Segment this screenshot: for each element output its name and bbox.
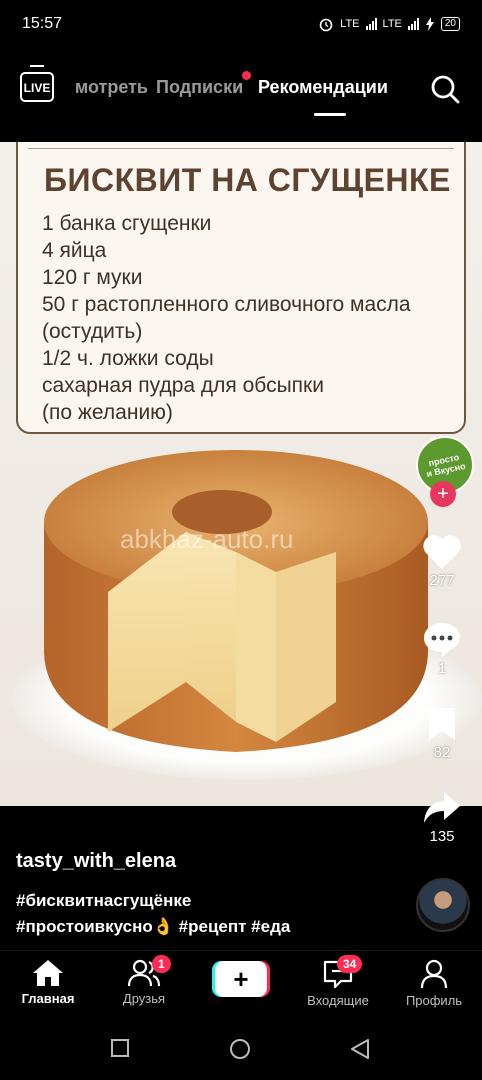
save-count: 82 <box>433 744 451 761</box>
tab-friends[interactable]: Друзья <box>99 959 189 1006</box>
tab-home[interactable]: Главная <box>3 959 93 1006</box>
cake-image <box>44 450 428 752</box>
recipe-title: БИСКВИТ НА СГУЩЕНКЕ <box>44 162 451 198</box>
profile-icon <box>420 959 448 989</box>
search-icon[interactable] <box>430 74 460 104</box>
like-button[interactable]: 277 <box>402 534 482 589</box>
tab-friends-label: Друзья <box>122 991 166 1006</box>
status-bar: 15:57 LTE LTE 20 <box>0 0 482 48</box>
home-icon <box>33 960 63 986</box>
recipe-line: сахарная пудра для обсыпки <box>42 374 324 397</box>
battery-icon: 20 <box>440 17 460 31</box>
share-arrow-icon <box>424 792 460 823</box>
creator-badge-text: просто и Вкусно <box>425 451 467 479</box>
recipe-line: 50 г растопленного сливочного масла <box>42 293 411 316</box>
recipe-line: 1/2 ч. ложки соды <box>42 347 214 370</box>
save-button[interactable]: 82 <box>402 706 482 761</box>
recents-icon[interactable] <box>110 1038 130 1058</box>
heart-icon <box>423 535 461 569</box>
status-icons: LTE LTE 20 <box>318 16 460 32</box>
status-time: 15:57 <box>22 15 63 32</box>
tab-recommendations[interactable]: Рекомендации <box>258 77 388 98</box>
live-icon[interactable]: LIVE <box>20 65 54 102</box>
create-button[interactable]: + <box>212 961 270 997</box>
charging-icon <box>425 17 434 31</box>
recipe-line: (остудить) <box>42 320 143 343</box>
plus-icon: + <box>215 961 267 997</box>
friends-badge: 1 <box>152 955 171 973</box>
subscriptions-notification-dot <box>242 71 251 80</box>
tab-profile-label: Профиль <box>405 993 463 1008</box>
recipe-line: 1 банка сгущенки <box>42 212 212 235</box>
recipe-line: (по желанию) <box>42 401 173 424</box>
recipe-divider <box>28 148 454 149</box>
active-tab-indicator <box>314 113 346 116</box>
network-label-2: LTE <box>382 18 402 30</box>
top-nav: LIVE мотреть Подписки Рекомендации <box>0 60 482 120</box>
recipe-line: 120 г муки <box>42 266 143 289</box>
author-username[interactable]: tasty_with_elena <box>16 850 176 873</box>
signal-icon-1 <box>365 18 377 30</box>
comment-button[interactable]: 1 <box>402 620 482 677</box>
share-button[interactable]: 135 <box>402 790 482 845</box>
tab-inbox-label: Входящие <box>307 993 369 1008</box>
share-count: 135 <box>429 828 455 845</box>
tab-watch-label: мотреть <box>74 77 148 97</box>
tab-watch[interactable]: мотреть <box>68 77 148 98</box>
tab-profile[interactable]: Профиль <box>389 959 479 1008</box>
system-nav-bar <box>0 1016 482 1080</box>
caption-line[interactable]: #бисквитнасгущёнке <box>16 888 290 914</box>
follow-button[interactable]: + <box>430 481 456 507</box>
live-label: LIVE <box>23 81 51 95</box>
home-circle-icon[interactable] <box>229 1038 251 1060</box>
comment-count: 1 <box>437 660 447 677</box>
recipe-card: БИСКВИТ НА СГУЩЕНКЕ 1 банка сгущенки 4 я… <box>16 142 466 434</box>
like-count: 277 <box>429 572 455 589</box>
tab-home-label: Главная <box>21 991 75 1006</box>
bottom-tab-bar: Главная Друзья 1 + Входящие 34 Профиль <box>0 950 482 1016</box>
back-icon[interactable] <box>350 1038 370 1060</box>
tab-subscriptions[interactable]: Подписки <box>156 77 243 98</box>
signal-icon-2 <box>407 18 419 30</box>
recipe-ingredients: 1 банка сгущенки 4 яйца 120 г муки 50 г … <box>42 210 411 426</box>
bookmark-icon <box>429 708 455 740</box>
recipe-line: 4 яйца <box>42 239 107 262</box>
watermark: abkhaz-auto.ru <box>120 524 294 554</box>
inbox-badge: 34 <box>337 955 363 973</box>
music-disc-avatar[interactable] <box>416 878 470 932</box>
alarm-icon <box>319 18 333 32</box>
comment-icon <box>424 623 460 657</box>
post-caption: #бисквитнасгущёнке #простоивкусно👌 #реце… <box>16 888 290 940</box>
caption-line[interactable]: #простоивкусно👌 #рецепт #еда <box>16 914 290 940</box>
network-label-1: LTE <box>340 18 360 30</box>
